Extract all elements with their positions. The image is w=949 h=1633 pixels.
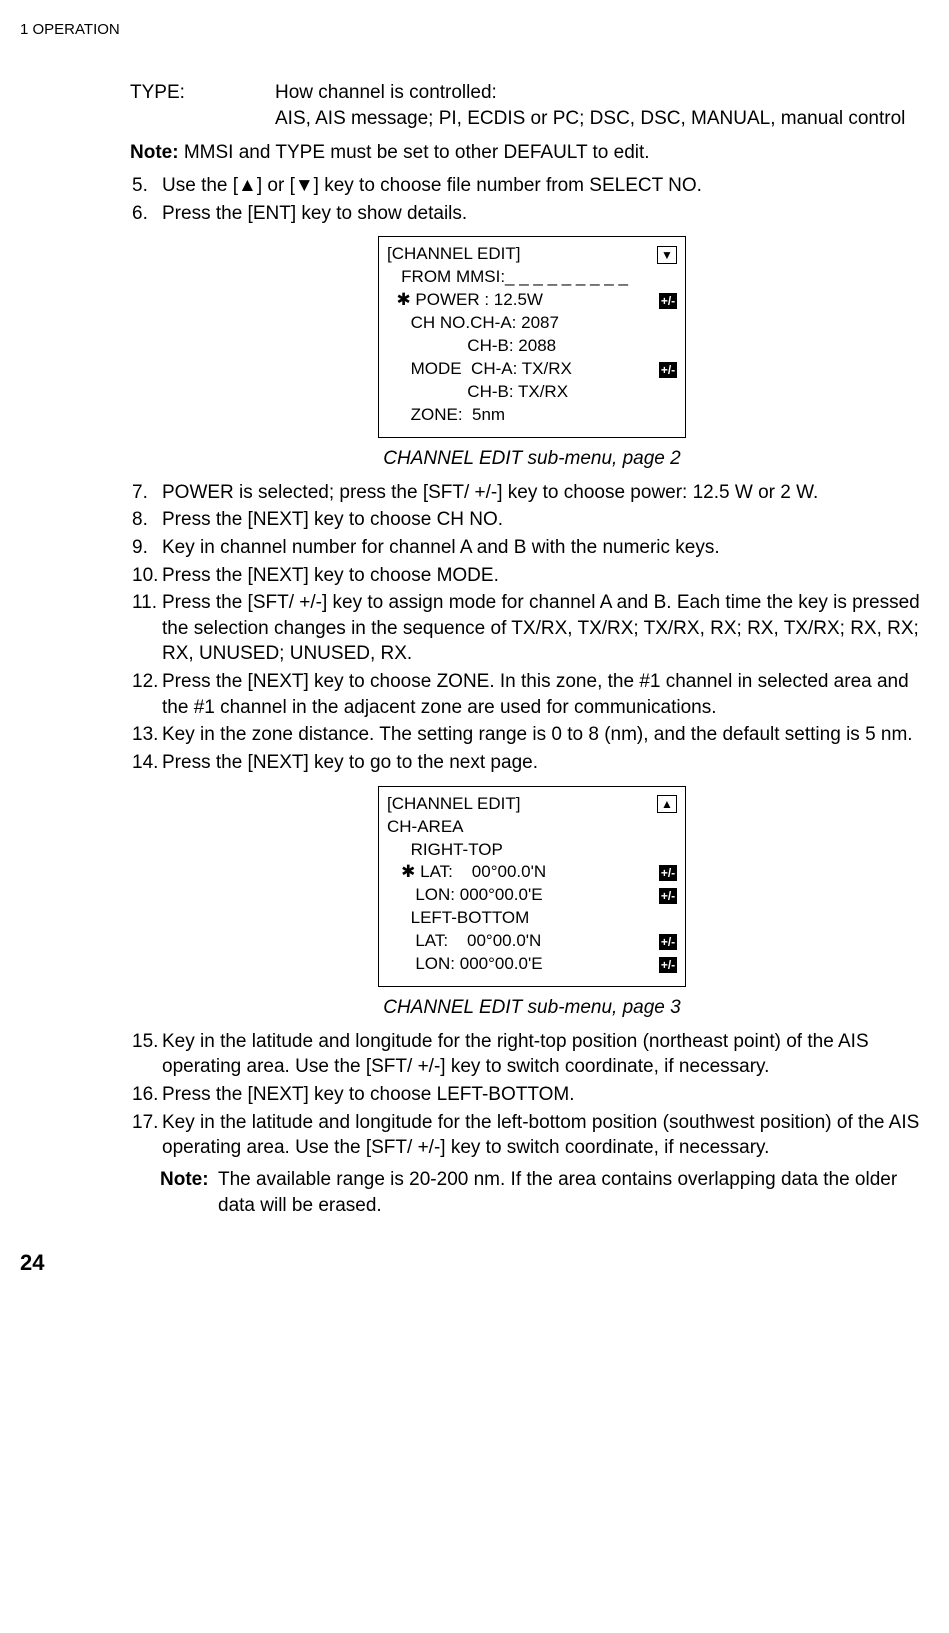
type-line1: How channel is controlled: — [275, 82, 497, 103]
screen-line: ✱ LAT: 00°00.0'N — [387, 861, 546, 884]
plus-minus-icon: +/- — [659, 957, 677, 973]
note-text: MMSI and TYPE must be set to other DEFAU… — [179, 142, 650, 163]
step-12: 12.Press the [NEXT] key to choose ZONE. … — [130, 669, 934, 720]
step-14: 14.Press the [NEXT] key to go to the nex… — [130, 750, 934, 776]
step-5: 5.Use the [▲] or [▼] key to choose file … — [130, 173, 934, 199]
step-body: Key in the latitude and longitude for th… — [162, 1110, 934, 1161]
step-num: 12. — [130, 669, 162, 720]
step-body: Press the [NEXT] key to go to the next p… — [162, 750, 934, 776]
step-13: 13.Key in the zone distance. The setting… — [130, 722, 934, 748]
step-num: 10. — [130, 563, 162, 589]
step-num: 9. — [130, 535, 162, 561]
screen-line: ✱ POWER : 12.5W — [387, 289, 543, 312]
step-num: 8. — [130, 507, 162, 533]
screen-line: LEFT-BOTTOM — [387, 907, 529, 930]
step-body: Key in the latitude and longitude for th… — [162, 1029, 934, 1080]
screen-line: LAT: 00°00.0'N — [387, 930, 541, 953]
step-15: 15.Key in the latitude and longitude for… — [130, 1029, 934, 1080]
step-body: Key in the zone distance. The setting ra… — [162, 722, 934, 748]
step-body: Press the [NEXT] key to choose MODE. — [162, 563, 934, 589]
page-number: 24 — [20, 1248, 939, 1278]
screen-channel-edit-3: [CHANNEL EDIT] ▲ CH-AREA RIGHT-TOP ✱ LAT:… — [378, 786, 686, 988]
note-label: Note: — [130, 142, 179, 163]
type-line2: AIS, AIS message; PI, ECDIS or PC; DSC, … — [275, 108, 905, 129]
step-body: Use the [▲] or [▼] key to choose file nu… — [162, 173, 934, 199]
note-1: Note: MMSI and TYPE must be set to other… — [130, 140, 934, 166]
step-body: Press the [NEXT] key to choose LEFT-BOTT… — [162, 1082, 934, 1108]
step-num: 17. — [130, 1110, 162, 1161]
steps-list-c: 15.Key in the latitude and longitude for… — [130, 1029, 934, 1161]
screen-line: CH-B: 2088 — [387, 335, 556, 358]
note-label: Note: — [160, 1167, 218, 1218]
step-body: Key in channel number for channel A and … — [162, 535, 934, 561]
step-8: 8.Press the [NEXT] key to choose CH NO. — [130, 507, 934, 533]
step-16: 16.Press the [NEXT] key to choose LEFT-B… — [130, 1082, 934, 1108]
type-label: TYPE: — [130, 80, 275, 131]
note-2: Note: The available range is 20-200 nm. … — [160, 1167, 934, 1218]
step-num: 11. — [130, 590, 162, 667]
step-body: Press the [ENT] key to show details. — [162, 201, 934, 227]
step-num: 15. — [130, 1029, 162, 1080]
down-arrow-icon: ▼ — [657, 246, 677, 264]
note-2-wrap: Note: The available range is 20-200 nm. … — [130, 1167, 934, 1218]
screen-line: LON: 000°00.0'E — [387, 884, 543, 907]
plus-minus-icon: +/- — [659, 865, 677, 881]
up-arrow-icon: ▲ — [657, 795, 677, 813]
step-6: 6.Press the [ENT] key to show details. — [130, 201, 934, 227]
screen-title: [CHANNEL EDIT] — [387, 243, 521, 266]
screen-line: CH NO.CH-A: 2087 — [387, 312, 559, 335]
caption-1: CHANNEL EDIT sub-menu, page 2 — [130, 446, 934, 472]
screen-line: FROM MMSI:_ _ _ _ _ _ _ _ _ — [387, 266, 628, 289]
step-num: 13. — [130, 722, 162, 748]
screen-line: ZONE: 5nm — [387, 404, 505, 427]
step-7: 7.POWER is selected; press the [SFT/ +/-… — [130, 480, 934, 506]
step-body: POWER is selected; press the [SFT/ +/-] … — [162, 480, 934, 506]
step-num: 6. — [130, 201, 162, 227]
steps-list-a: 5.Use the [▲] or [▼] key to choose file … — [130, 173, 934, 226]
type-value: How channel is controlled: AIS, AIS mess… — [275, 80, 934, 131]
step-17: 17.Key in the latitude and longitude for… — [130, 1110, 934, 1161]
screen-line: MODE CH-A: TX/RX — [387, 358, 572, 381]
screen-line: CH-AREA — [387, 816, 464, 839]
step-9: 9.Key in channel number for channel A an… — [130, 535, 934, 561]
screen-title: [CHANNEL EDIT] — [387, 793, 521, 816]
page-header: 1 OPERATION — [20, 20, 939, 40]
step-11: 11.Press the [SFT/ +/-] key to assign mo… — [130, 590, 934, 667]
plus-minus-icon: +/- — [659, 888, 677, 904]
step-body: Press the [SFT/ +/-] key to assign mode … — [162, 590, 934, 667]
step-num: 16. — [130, 1082, 162, 1108]
screen-line: RIGHT-TOP — [387, 839, 503, 862]
step-num: 14. — [130, 750, 162, 776]
steps-list-b: 7.POWER is selected; press the [SFT/ +/-… — [130, 480, 934, 776]
step-body: Press the [NEXT] key to choose ZONE. In … — [162, 669, 934, 720]
note-body: The available range is 20-200 nm. If the… — [218, 1167, 934, 1218]
main-content: TYPE: How channel is controlled: AIS, AI… — [20, 80, 939, 1218]
screen-channel-edit-2: [CHANNEL EDIT] ▼ FROM MMSI:_ _ _ _ _ _ _ … — [378, 236, 686, 438]
screen-line: LON: 000°00.0'E — [387, 953, 543, 976]
step-num: 7. — [130, 480, 162, 506]
step-body: Press the [NEXT] key to choose CH NO. — [162, 507, 934, 533]
type-definition: TYPE: How channel is controlled: AIS, AI… — [130, 80, 934, 131]
screen-line: CH-B: TX/RX — [387, 381, 568, 404]
plus-minus-icon: +/- — [659, 362, 677, 378]
caption-2: CHANNEL EDIT sub-menu, page 3 — [130, 995, 934, 1021]
step-num: 5. — [130, 173, 162, 199]
step-10: 10.Press the [NEXT] key to choose MODE. — [130, 563, 934, 589]
plus-minus-icon: +/- — [659, 934, 677, 950]
plus-minus-icon: +/- — [659, 293, 677, 309]
